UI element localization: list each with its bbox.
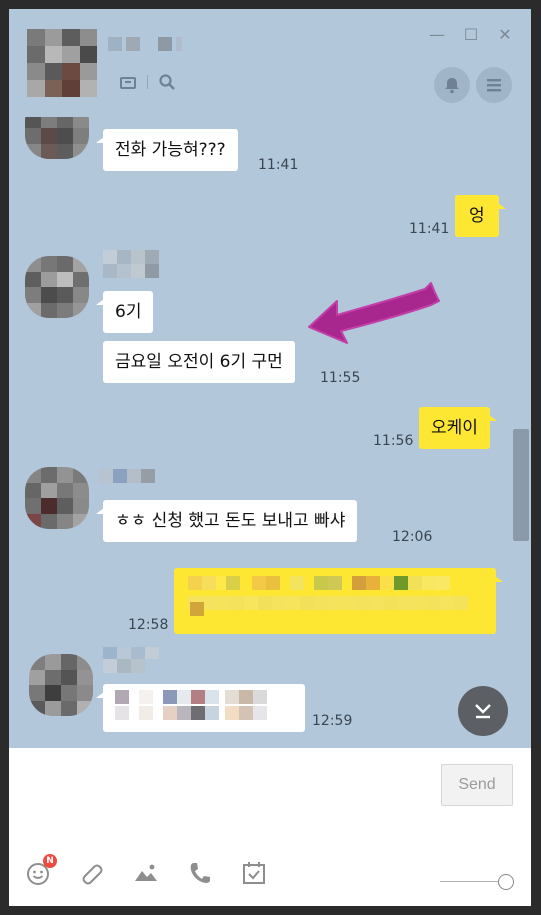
message-time: 11:56 — [373, 433, 414, 449]
menu-icon — [487, 79, 501, 92]
redacted-text — [188, 576, 482, 590]
message-composer: Send N — [9, 748, 531, 906]
sender-name-line — [103, 659, 159, 673]
chevron-down-icon — [475, 704, 491, 719]
maximize-button[interactable]: ☐ — [463, 27, 479, 43]
message-bubble-in[interactable]: ㅎㅎ 신청 했고 돈도 보내고 빠샤 — [95, 500, 358, 542]
message-bubble-in[interactable]: 6기 — [95, 291, 154, 333]
redacted-text — [190, 602, 204, 616]
redacted-text — [188, 596, 482, 610]
sender-avatar[interactable] — [25, 256, 89, 318]
message-list[interactable]: 전화 가능혀??? 11:41 엉 11:41 6기 금요일 오전이 6기 구먼… — [9, 117, 531, 747]
redacted-text — [115, 690, 293, 704]
message-bubble-in[interactable] — [96, 684, 305, 732]
slider-knob[interactable] — [498, 874, 514, 890]
redacted-text — [115, 706, 293, 720]
window-controls: — ☐ ✕ — [429, 27, 513, 43]
image-button[interactable] — [133, 860, 159, 886]
notification-button[interactable] — [434, 67, 470, 103]
new-badge: N — [43, 854, 57, 868]
message-time: 11:41 — [258, 157, 299, 173]
close-button[interactable]: ✕ — [497, 27, 513, 43]
bell-icon — [445, 78, 459, 94]
sender-name-line — [103, 264, 159, 278]
image-icon — [135, 864, 157, 881]
message-input[interactable] — [21, 762, 431, 842]
chat-room-name — [108, 37, 182, 51]
minimize-button[interactable]: — — [429, 27, 445, 43]
message-bubble-in[interactable]: 전화 가능혀??? — [96, 129, 238, 171]
sender-avatar[interactable] — [25, 117, 89, 159]
message-bubble-out[interactable]: 오케이 — [419, 407, 497, 449]
sender-name — [99, 469, 155, 483]
attach-icon — [82, 864, 103, 885]
sender-avatar[interactable] — [29, 654, 93, 716]
composer-toolbar: N — [25, 854, 267, 886]
inbox-icon[interactable] — [119, 73, 137, 91]
send-button[interactable]: Send — [441, 764, 513, 806]
call-icon — [190, 863, 210, 883]
menu-button[interactable] — [476, 67, 512, 103]
slider-track — [440, 881, 504, 882]
message-time: 12:58 — [128, 617, 169, 633]
sender-avatar[interactable] — [25, 467, 89, 529]
message-time: 12:59 — [312, 713, 353, 729]
scroll-to-bottom-button[interactable] — [458, 686, 508, 736]
call-button[interactable] — [187, 860, 213, 886]
attach-button[interactable] — [79, 860, 105, 886]
chat-header: — ☐ ✕ — [9, 9, 531, 117]
scrollbar[interactable] — [513, 429, 529, 541]
chat-room-avatar[interactable] — [27, 29, 97, 97]
schedule-button[interactable] — [241, 860, 267, 886]
message-bubble-out[interactable] — [174, 568, 503, 634]
sender-name — [103, 250, 159, 264]
annotation-arrow — [308, 282, 440, 344]
search-icon[interactable] — [158, 73, 176, 91]
message-time: 11:41 — [409, 221, 450, 237]
message-time: 11:55 — [320, 370, 361, 386]
tool-separator — [147, 75, 148, 89]
message-bubble-out[interactable]: 엉 — [455, 195, 506, 237]
calendar-check-icon — [243, 862, 265, 884]
header-tools — [119, 73, 176, 91]
message-time: 12:06 — [392, 529, 433, 545]
message-bubble-in[interactable]: 금요일 오전이 6기 구먼 — [103, 341, 295, 383]
opacity-slider[interactable] — [440, 874, 516, 890]
emoticon-button[interactable]: N — [25, 854, 57, 886]
chat-window: — ☐ ✕ 전화 가능혀??? 11:41 엉 11:41 6기 금요일 오전이… — [9, 9, 531, 906]
